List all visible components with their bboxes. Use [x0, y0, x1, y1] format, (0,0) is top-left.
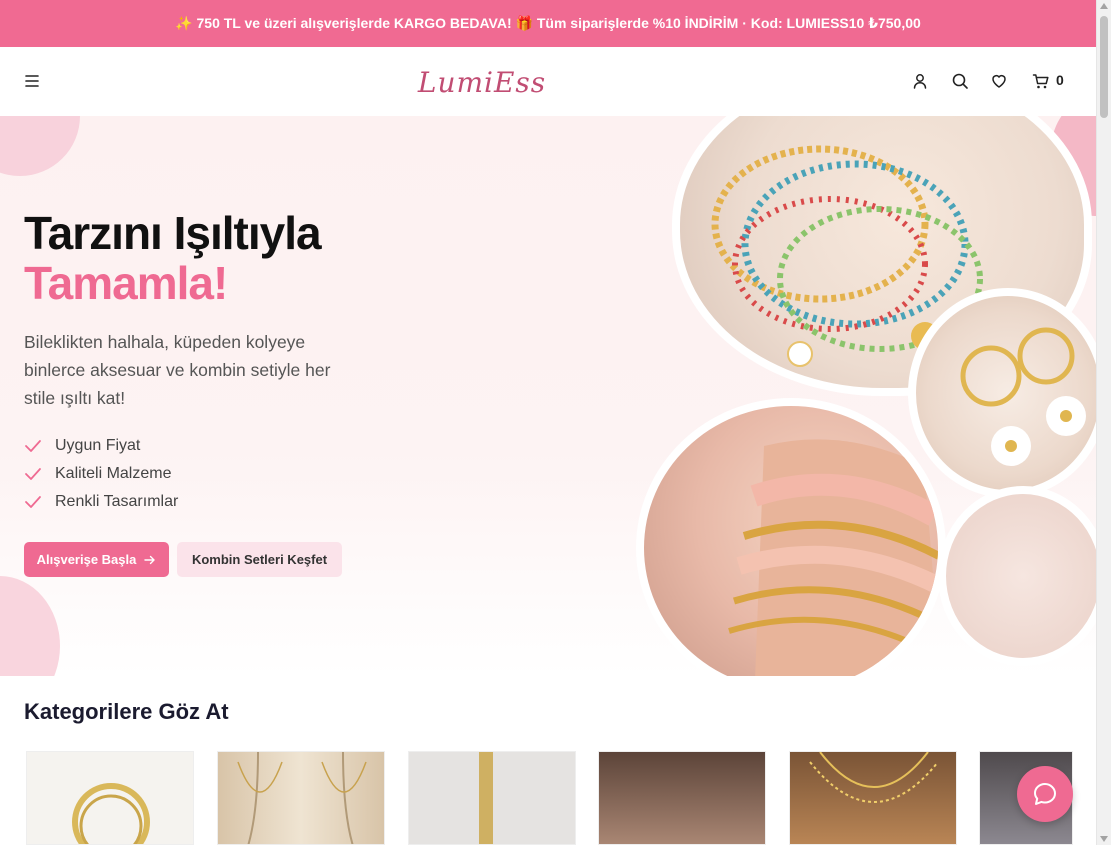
decorative-blob — [0, 576, 60, 676]
feature-label: Uygun Fiyat — [55, 437, 141, 454]
scrollbar[interactable] — [1096, 0, 1111, 845]
scrollbar-thumb[interactable] — [1100, 16, 1108, 118]
chat-button[interactable] — [1017, 766, 1073, 822]
cart-count: 0 — [1056, 72, 1064, 88]
check-icon — [25, 496, 41, 508]
explore-combos-button[interactable]: Kombin Setleri Keşfet — [177, 542, 342, 577]
announcement-text: ✨ 750 TL ve üzeri alışverişlerde KARGO B… — [175, 15, 921, 31]
feature-item: Uygun Fiyat — [24, 432, 178, 460]
hero-title-line1: Tarzını Işıltıyla — [24, 207, 322, 259]
category-card[interactable] — [408, 751, 576, 845]
arrow-right-icon — [144, 555, 156, 564]
category-card[interactable] — [789, 751, 957, 845]
user-icon[interactable] — [910, 71, 930, 91]
hero-image-wrist — [636, 398, 946, 676]
categories-title: Kategorilere Göz At — [24, 699, 229, 724]
logo[interactable]: LumiEss — [418, 55, 545, 109]
hero-title-line2: Tamamla! — [24, 257, 228, 309]
chat-icon — [1034, 783, 1056, 805]
site-header: LumiEss 0 — [0, 47, 1096, 116]
check-icon — [25, 440, 41, 452]
start-shopping-button[interactable]: Alışverişe Başla — [24, 542, 169, 577]
hero-description: Bileklikten halhala, küpeden kolyeye bin… — [24, 332, 331, 408]
category-card[interactable] — [26, 751, 194, 845]
category-card[interactable] — [598, 751, 766, 845]
hero-title: Tarzını Işıltıyla Tamamla! — [24, 207, 322, 309]
search-icon[interactable] — [950, 71, 970, 91]
hero-image-rings — [938, 486, 1096, 666]
feature-item: Renkli Tasarımlar — [24, 488, 178, 516]
explore-combos-label: Kombin Setleri Keşfet — [191, 552, 328, 567]
start-shopping-label: Alışverişe Başla — [36, 552, 137, 567]
hero-section: Tarzını Işıltıyla Tamamla! Bileklikten h… — [0, 116, 1096, 676]
cart-icon[interactable] — [1031, 71, 1051, 91]
feature-label: Kaliteli Malzeme — [55, 465, 172, 482]
scroll-up-arrow-icon[interactable] — [1100, 3, 1108, 9]
decorative-blob — [0, 116, 80, 176]
check-icon — [25, 468, 41, 480]
feature-list: Uygun Fiyat Kaliteli Malzeme Renkli Tasa… — [24, 432, 178, 516]
category-card[interactable] — [217, 751, 385, 845]
logo-text: LumiEss — [417, 65, 547, 99]
feature-item: Kaliteli Malzeme — [24, 460, 178, 488]
menu-icon[interactable] — [22, 71, 42, 91]
heart-icon[interactable] — [989, 71, 1009, 91]
feature-label: Renkli Tasarımlar — [55, 493, 179, 510]
hero-image-earrings — [908, 288, 1096, 498]
scroll-down-arrow-icon[interactable] — [1100, 836, 1108, 842]
announcement-bar: ✨ 750 TL ve üzeri alışverişlerde KARGO B… — [0, 0, 1096, 47]
